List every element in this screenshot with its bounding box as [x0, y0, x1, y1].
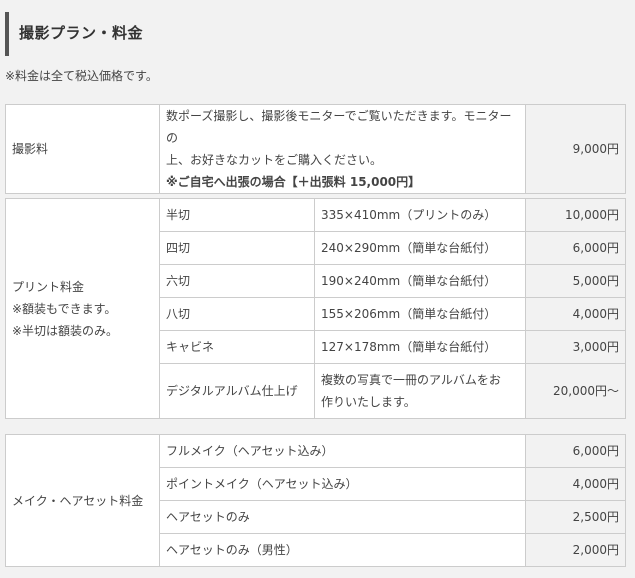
- price-value: 4,000円: [525, 297, 626, 331]
- table-row: プリント料金 ※額装もできます。 ※半切は額装のみ。 半切 335×410mm（…: [5, 198, 626, 419]
- price-value: 4,000円: [525, 467, 626, 501]
- description-line: 数ポーズ撮影し、撮影後モニターでご覧いただきます。モニターの: [166, 109, 512, 145]
- print-spec: 155×206mm（簡単な台紙付）: [314, 297, 526, 331]
- print-category: プリント料金 ※額装もできます。 ※半切は額装のみ。: [5, 198, 160, 419]
- price-value: 3,000円: [525, 330, 626, 364]
- category-label: 撮影料: [5, 104, 160, 194]
- category-label: メイク・ヘアセット料金: [5, 434, 160, 567]
- price-value: 2,000円: [525, 533, 626, 567]
- print-size: キャビネ: [159, 330, 315, 364]
- album-spec-line: 作りいたします。: [321, 395, 416, 409]
- category-label: プリント料金: [12, 279, 85, 294]
- price-value: 6,000円: [525, 231, 626, 265]
- category-note: ※額装もできます。: [12, 301, 117, 316]
- shooting-description: 数ポーズ撮影し、撮影後モニターでご覧いただきます。モニターの 上、お好きなカット…: [159, 104, 526, 194]
- pricing-page: 撮影プラン・料金 ※料金は全て税込価格です。 撮影料 数ポーズ撮影し、撮影後モニ…: [0, 0, 635, 578]
- makeup-option: ヘアセットのみ（男性）: [159, 533, 526, 567]
- print-size: 半切: [159, 198, 315, 232]
- print-spec: 240×290mm（簡単な台紙付）: [314, 231, 526, 265]
- description-line: 上、お好きなカットをご購入ください。: [166, 153, 383, 167]
- travel-fee-note: ※ご自宅へ出張の場合【＋出張料 15,000円】: [166, 175, 421, 189]
- makeup-option: ポイントメイク（ヘアセット込み）: [159, 467, 526, 501]
- print-fee-table: プリント料金 ※額装もできます。 ※半切は額装のみ。 半切 335×410mm（…: [5, 198, 626, 419]
- table-row: メイク・ヘアセット料金 フルメイク（ヘアセット込み） 6,000円: [5, 434, 626, 567]
- price-value: 20,000円〜: [525, 363, 626, 419]
- print-size: 四切: [159, 231, 315, 265]
- album-spec: 複数の写真で一冊のアルバムをお 作りいたします。: [314, 363, 526, 419]
- print-spec: 127×178mm（簡単な台紙付）: [314, 330, 526, 364]
- shooting-fee-table: 撮影料 数ポーズ撮影し、撮影後モニターでご覧いただきます。モニターの 上、お好き…: [5, 104, 626, 194]
- print-spec: 190×240mm（簡単な台紙付）: [314, 264, 526, 298]
- makeup-fee-table: メイク・ヘアセット料金 フルメイク（ヘアセット込み） 6,000円 ポイントメイ…: [5, 434, 626, 567]
- print-size: 八切: [159, 297, 315, 331]
- price-value: 6,000円: [525, 434, 626, 468]
- price-value: 5,000円: [525, 264, 626, 298]
- album-name: デジタルアルバム仕上げ: [159, 363, 315, 419]
- tax-note: ※料金は全て税込価格です。: [5, 69, 158, 83]
- section-heading: 撮影プラン・料金: [5, 12, 625, 56]
- price-value: 2,500円: [525, 500, 626, 534]
- page-title: 撮影プラン・料金: [19, 24, 144, 42]
- print-size: 六切: [159, 264, 315, 298]
- price-value: 10,000円: [525, 198, 626, 232]
- table-row: 撮影料 数ポーズ撮影し、撮影後モニターでご覧いただきます。モニターの 上、お好き…: [5, 104, 626, 194]
- makeup-option: フルメイク（ヘアセット込み）: [159, 434, 526, 468]
- album-spec-line: 複数の写真で一冊のアルバムをお: [321, 373, 501, 387]
- price-value: 9,000円: [525, 104, 626, 194]
- makeup-option: ヘアセットのみ: [159, 500, 526, 534]
- category-note: ※半切は額装のみ。: [12, 323, 119, 338]
- print-spec: 335×410mm（プリントのみ）: [314, 198, 526, 232]
